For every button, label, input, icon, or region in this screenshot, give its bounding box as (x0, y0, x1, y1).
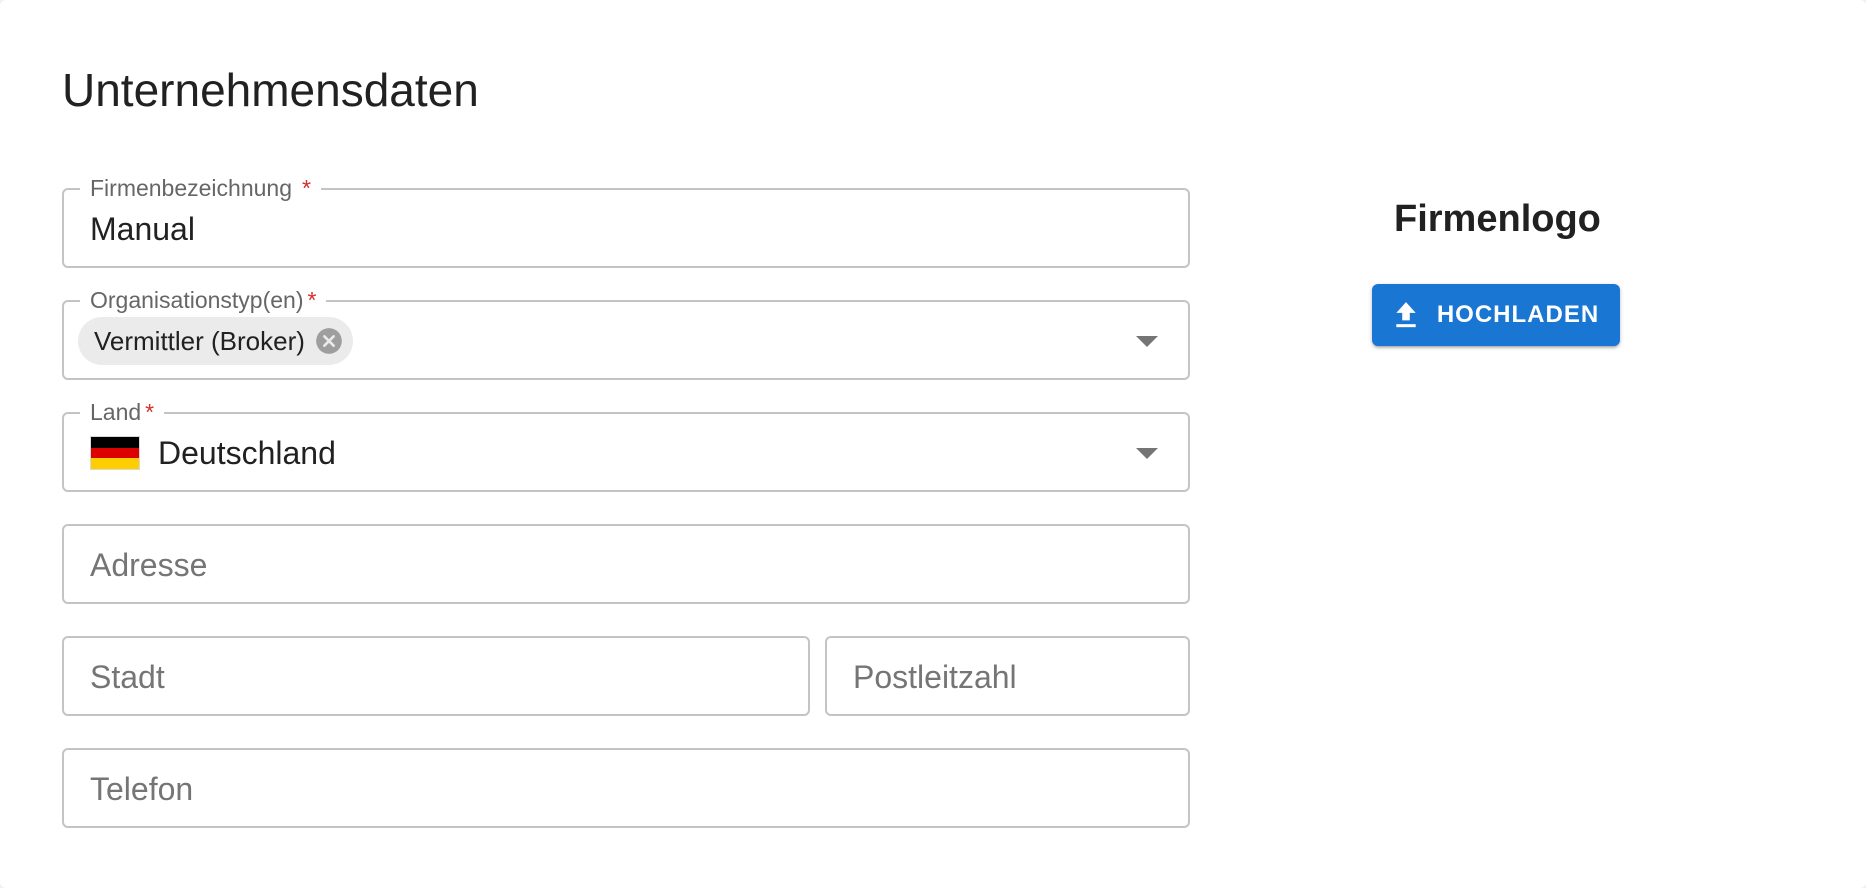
organization-type-label: Organisationstyp(en) * (80, 286, 327, 314)
chip-label: Vermittler (Broker) (94, 325, 305, 356)
city-placeholder: Stadt (90, 659, 165, 695)
company-data-card: Unternehmensdaten Firmenbezeichnung * Man… (0, 0, 1866, 888)
postal-code-placeholder: Postleitzahl (853, 659, 1017, 695)
germany-flag-icon (90, 436, 140, 470)
company-name-field[interactable]: Firmenbezeichnung * Manual (62, 174, 1190, 268)
required-mark: * (145, 399, 155, 425)
phone-input[interactable]: Telefon (62, 748, 1190, 828)
address-placeholder: Adresse (90, 547, 208, 583)
dropdown-arrow-icon[interactable] (1136, 448, 1158, 459)
chip-delete-icon[interactable] (315, 327, 343, 355)
logo-title: Firmenlogo (1394, 198, 1601, 240)
required-mark: * (307, 287, 317, 313)
upload-button-label: HOCHLADEN (1436, 301, 1600, 328)
postal-code-input[interactable]: Postleitzahl (825, 636, 1190, 716)
address-input[interactable]: Adresse (62, 524, 1190, 604)
organization-type-select[interactable]: Organisationstyp(en) * Vermittler (Broker… (62, 286, 1190, 380)
country-label: Land * (80, 398, 165, 426)
upload-icon (1393, 301, 1419, 329)
upload-logo-button[interactable]: HOCHLADEN (1372, 284, 1620, 346)
company-name-input[interactable]: Manual (90, 190, 195, 266)
page-title: Unternehmensdaten (62, 64, 479, 116)
city-input[interactable]: Stadt (62, 636, 810, 716)
dropdown-arrow-icon[interactable] (1136, 336, 1158, 347)
phone-placeholder: Telefon (90, 771, 194, 807)
country-value: Deutschland (158, 435, 336, 471)
organization-type-chip[interactable]: Vermittler (Broker) (78, 317, 353, 365)
required-mark: * (302, 175, 311, 201)
country-select[interactable]: Land * Deutschland (62, 398, 1190, 492)
